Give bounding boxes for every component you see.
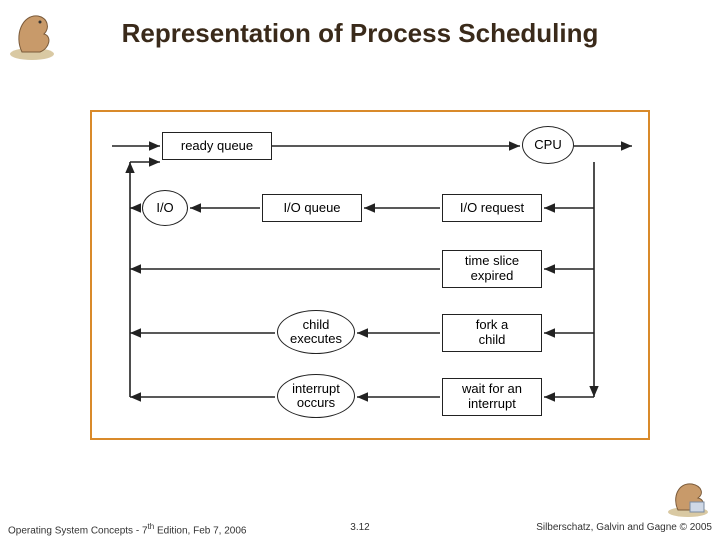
scheduling-diagram: ready queue CPU I/O I/O queue I/O reques… [90, 110, 650, 440]
node-fork-a-child: fork a child [442, 314, 542, 352]
slide-title: Representation of Process Scheduling [0, 18, 720, 49]
node-io: I/O [142, 190, 188, 226]
node-time-slice-expired: time slice expired [442, 250, 542, 288]
footer-left: Operating System Concepts - 7th Edition,… [8, 522, 246, 536]
diagram-arrows [92, 112, 648, 438]
node-ready-queue: ready queue [162, 132, 272, 160]
node-wait-for-interrupt: wait for an interrupt [442, 378, 542, 416]
node-io-queue: I/O queue [262, 194, 362, 222]
node-cpu: CPU [522, 126, 574, 164]
node-io-request: I/O request [442, 194, 542, 222]
node-child-executes: child executes [277, 310, 355, 354]
dinosaur-footer-icon [664, 476, 712, 518]
footer-page-number: 3.12 [350, 522, 369, 533]
footer-right: Silberschatz, Galvin and Gagne © 2005 [536, 522, 712, 536]
slide-footer: Operating System Concepts - 7th Edition,… [0, 522, 720, 536]
node-interrupt-occurs: interrupt occurs [277, 374, 355, 418]
